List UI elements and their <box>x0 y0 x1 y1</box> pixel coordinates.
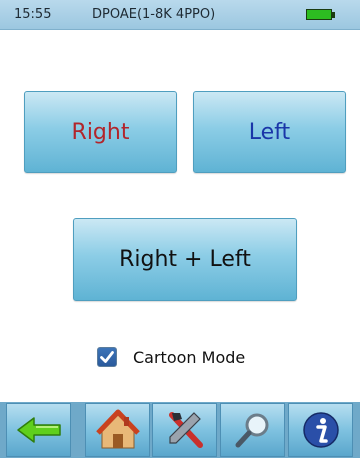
magnifier-icon <box>235 413 268 448</box>
search-button[interactable] <box>220 403 285 457</box>
both-ears-button[interactable]: Right + Left <box>73 218 297 301</box>
back-arrow-icon <box>16 417 61 443</box>
bottom-toolbar <box>0 402 360 458</box>
cartoon-mode-checkbox[interactable] <box>97 347 117 367</box>
home-button[interactable] <box>85 403 150 457</box>
tools-icon <box>168 412 203 448</box>
cartoon-mode-label: Cartoon Mode <box>133 347 246 367</box>
status-time: 15:55 <box>14 7 52 22</box>
right-ear-label: Right <box>71 119 130 145</box>
info-button[interactable] <box>288 403 353 457</box>
tools-button[interactable] <box>152 403 217 457</box>
status-title: DPOAE(1-8K 4PPO) <box>92 7 216 22</box>
checkmark-icon <box>100 351 114 363</box>
cartoon-mode-row[interactable]: Cartoon Mode <box>97 345 245 369</box>
battery-icon <box>306 9 332 20</box>
battery-tip <box>332 12 335 18</box>
right-ear-button[interactable]: Right <box>24 91 177 173</box>
home-icon <box>95 409 140 449</box>
left-ear-label: Left <box>248 119 291 145</box>
info-icon <box>302 412 339 448</box>
left-ear-button[interactable]: Left <box>193 91 346 173</box>
back-button[interactable] <box>6 403 71 457</box>
both-ears-label: Right + Left <box>119 247 251 272</box>
status-bar: 15:55 DPOAE(1-8K 4PPO) <box>0 0 360 30</box>
